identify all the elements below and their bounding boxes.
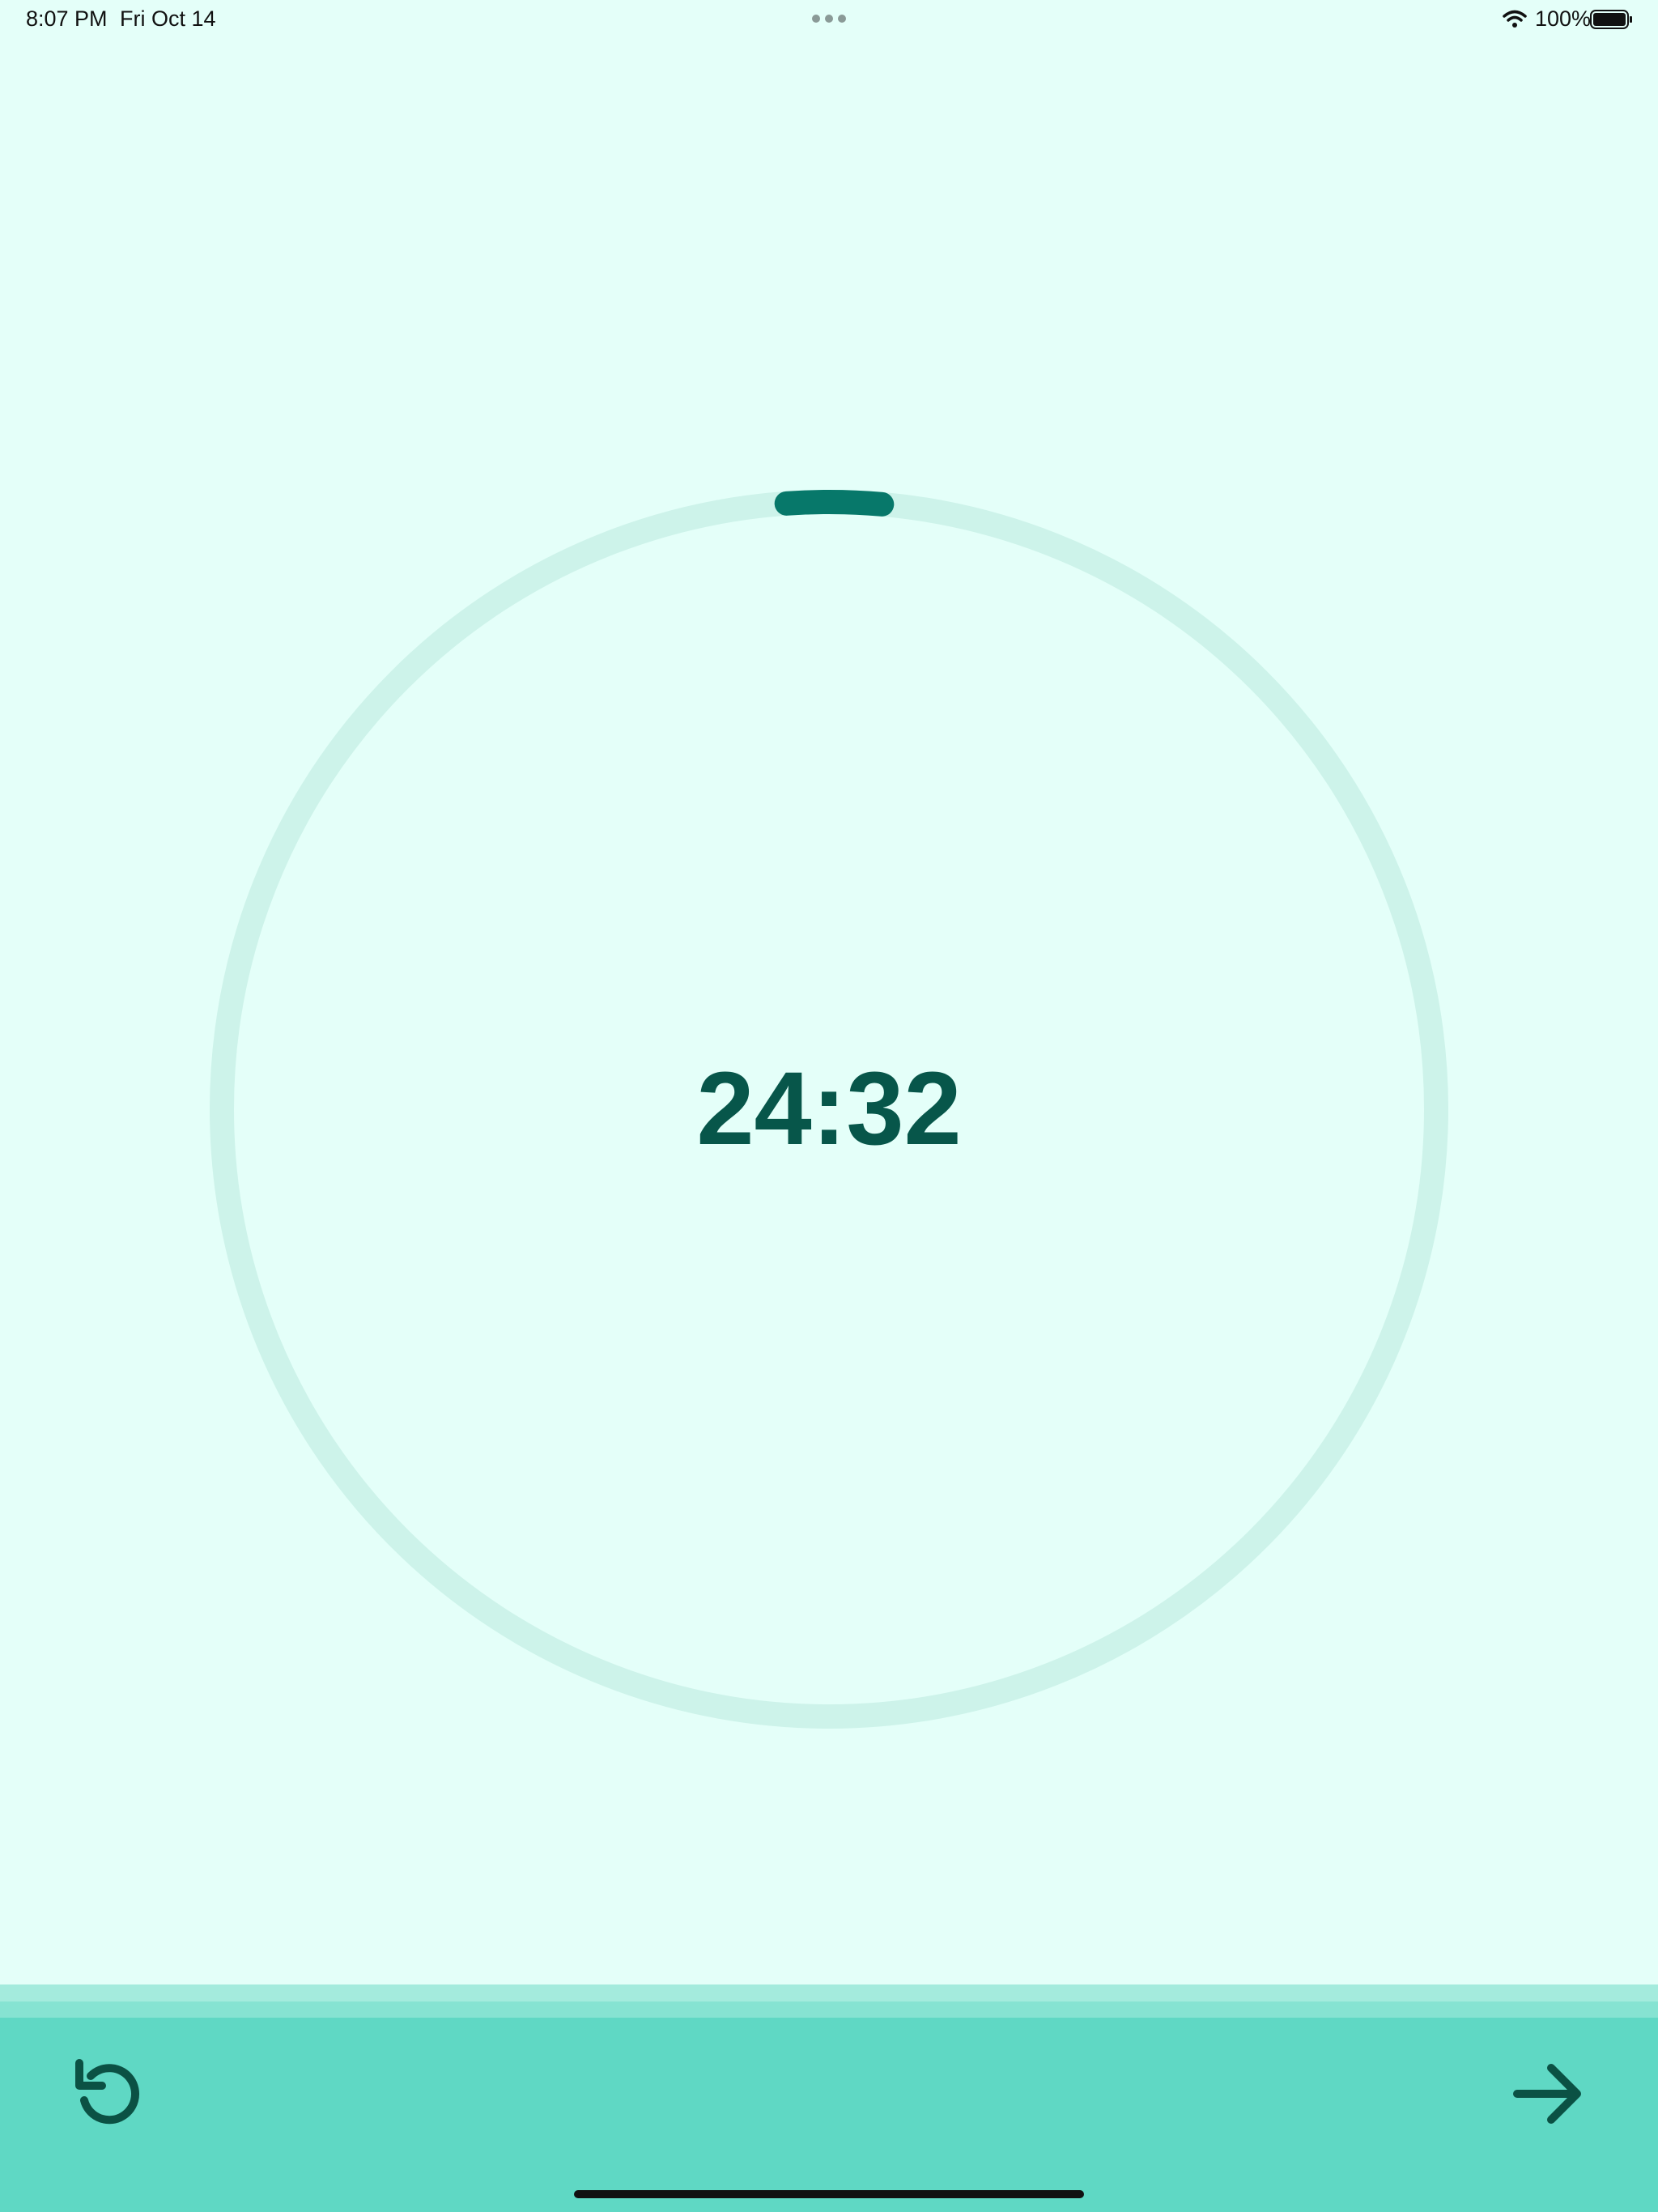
status-bar: 8:07 PM Fri Oct 14 100% [0,0,1658,39]
arrow-right-icon[interactable] [1511,2055,1588,2133]
reset-icon[interactable] [71,2055,149,2133]
battery-percent: 100% [1535,6,1592,31]
toolbar-divider-inner [0,2001,1658,2018]
toolbar-divider [0,1984,1658,2001]
bottom-toolbar [0,2018,1658,2212]
wifi-icon [1503,10,1527,28]
status-time: 8:07 PM [26,6,108,31]
battery-icon [1590,10,1632,29]
multitask-dots-icon[interactable] [811,14,847,23]
status-date: Fri Oct 14 [120,6,216,31]
home-indicator[interactable] [574,2190,1084,2198]
timer-display: 24:32 [696,1051,962,1167]
